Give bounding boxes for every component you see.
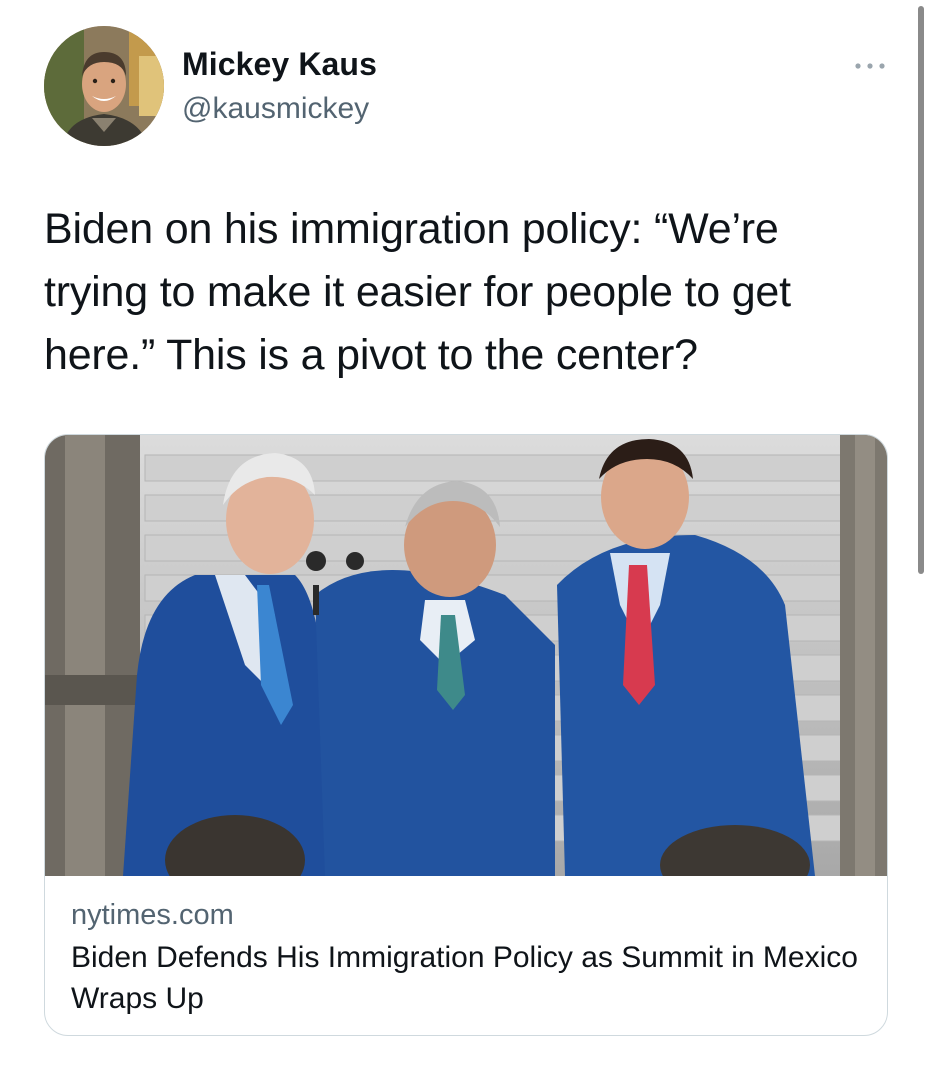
avatar-photo: [44, 26, 164, 146]
author-name[interactable]: Mickey Kaus: [182, 46, 377, 83]
summit-photo: [45, 435, 887, 876]
link-card-body: nytimes.com Biden Defends His Immigratio…: [71, 897, 871, 1019]
scrollbar[interactable]: [918, 6, 924, 574]
link-card-domain: nytimes.com: [71, 899, 234, 931]
more-options-button[interactable]: [852, 54, 888, 78]
avatar[interactable]: [44, 26, 164, 146]
link-card[interactable]: nytimes.com Biden Defends His Immigratio…: [44, 434, 888, 1036]
tweet-text: Biden on his immigration policy: “We’re …: [44, 205, 791, 379]
link-card-image: [45, 435, 887, 876]
link-card-title: Biden Defends His Immigration Policy as …: [71, 941, 858, 1015]
ellipsis-icon: [855, 63, 885, 69]
tweet-header: Mickey Kaus @kausmickey: [44, 26, 888, 148]
author-handle[interactable]: @kausmickey: [182, 92, 369, 126]
